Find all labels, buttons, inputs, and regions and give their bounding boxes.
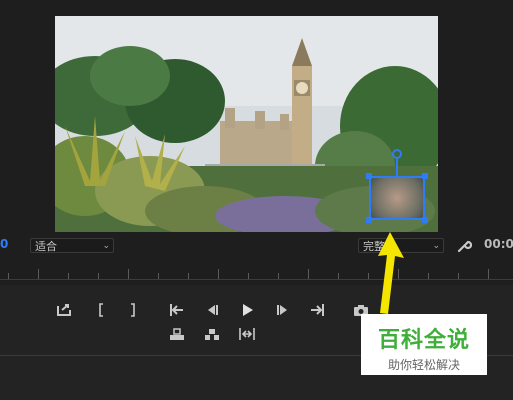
mask-handle[interactable] (366, 217, 372, 223)
playhead-timecode[interactable]: 0 (0, 237, 8, 251)
watermark: 百科全说 助你轻松解决 (361, 314, 487, 375)
step-forward-icon[interactable] (274, 302, 292, 318)
mosaic-effect (369, 176, 425, 220)
play-icon[interactable] (238, 302, 256, 318)
chevron-down-icon: ⌄ (432, 241, 440, 251)
rotation-handle-stem (396, 159, 398, 176)
watermark-title: 百科全说 (377, 328, 470, 353)
mosaic-mask[interactable] (366, 149, 428, 223)
mask-handle[interactable] (366, 173, 372, 179)
mark-in-icon[interactable] (93, 302, 111, 318)
chevron-down-icon: ⌄ (102, 241, 110, 251)
monitor-control-bar: 0 适合 ⌄ 完整 ⌄ 00:0 (0, 236, 513, 256)
time-ruler[interactable] (0, 262, 513, 280)
mask-handle[interactable] (422, 173, 428, 179)
step-back-icon[interactable] (203, 302, 221, 318)
rotation-handle[interactable] (392, 149, 402, 159)
mark-out-icon[interactable] (124, 302, 142, 318)
lift-icon[interactable] (168, 326, 186, 342)
go-to-in-icon[interactable] (168, 302, 186, 318)
go-to-out-icon[interactable] (308, 302, 326, 318)
settings-wrench-icon[interactable] (456, 238, 473, 254)
watermark-subtitle: 助你轻松解决 (387, 358, 460, 372)
duration-timecode: 00:0 (484, 237, 513, 251)
zoom-level-value: 适合 (35, 240, 57, 253)
compare-icon[interactable] (238, 326, 256, 342)
mask-handle[interactable] (422, 217, 428, 223)
zoom-level-select[interactable]: 适合 ⌄ (30, 238, 114, 253)
extract-icon[interactable] (203, 326, 221, 342)
export-frame-icon[interactable] (55, 302, 73, 318)
annotation-arrow (360, 228, 420, 318)
